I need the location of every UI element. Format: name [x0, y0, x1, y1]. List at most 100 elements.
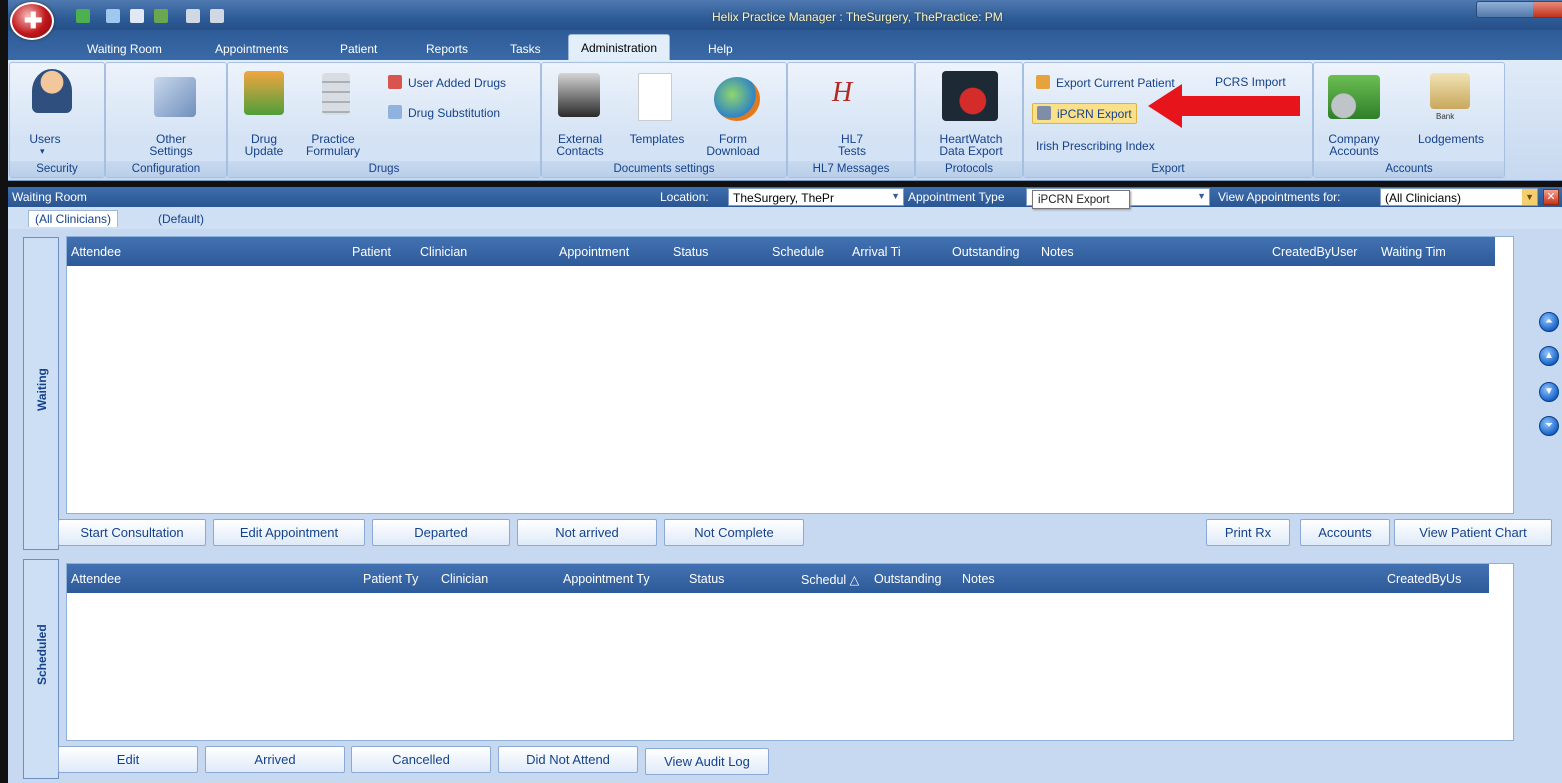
arrived-button[interactable]: Arrived	[205, 746, 345, 773]
column-header[interactable]: Clinician	[441, 572, 488, 586]
column-header[interactable]: Outstanding	[952, 245, 1019, 259]
cancelled-button[interactable]: Cancelled	[351, 746, 491, 773]
filter-tab-default[interactable]: (Default)	[152, 211, 210, 227]
drug-substitution-label: Drug Substitution	[408, 106, 501, 120]
group-accounts: Bank Company Accounts Lodgements Account…	[1313, 62, 1505, 178]
close-window-icon[interactable]	[1533, 2, 1562, 17]
tab-tasks[interactable]: Tasks	[510, 42, 541, 56]
column-header[interactable]: Appointment Ty	[563, 572, 650, 586]
scroll-down-icon[interactable]: ▼	[1539, 382, 1559, 402]
scheduled-grid-header: Attendee Patient Ty Clinician Appointmen…	[67, 564, 1489, 593]
waiting-room-header: Waiting Room Location: TheSurgery, ThePr…	[8, 187, 1562, 207]
drug-substitution-button[interactable]: Drug Substitution	[388, 105, 500, 120]
column-header[interactable]: Notes	[962, 572, 995, 586]
column-header[interactable]: Appointment	[559, 245, 629, 259]
window-title: Helix Practice Manager : TheSurgery, The…	[712, 10, 1003, 24]
column-header[interactable]: Arrival Ti	[852, 245, 901, 259]
location-select[interactable]: TheSurgery, ThePr ▼	[728, 188, 904, 206]
column-header[interactable]: Clinician	[420, 245, 467, 259]
scheduled-side-label: Scheduled	[35, 624, 49, 685]
view-appointments-select[interactable]: (All Clinicians) ▼	[1380, 188, 1538, 206]
not-arrived-button[interactable]: Not arrived	[517, 519, 657, 546]
users-button[interactable]: Users	[10, 133, 80, 145]
accounts-button[interactable]: Accounts	[1300, 519, 1390, 546]
tab-patient[interactable]: Patient	[340, 42, 377, 56]
print-rx-button[interactable]: Print Rx	[1206, 519, 1290, 546]
column-header[interactable]: Patient Ty	[363, 572, 418, 586]
group-label-drugs: Drugs	[228, 161, 540, 177]
filter-tab-all-clinicians[interactable]: (All Clinicians)	[28, 210, 119, 227]
group-label-configuration: Configuration	[106, 161, 226, 177]
heartwatch-line2[interactable]: Data Export	[926, 145, 1016, 157]
column-header[interactable]: CreatedByUs	[1387, 572, 1461, 586]
chevron-down-icon: ▼	[1197, 191, 1206, 201]
column-header[interactable]: Status	[689, 572, 724, 586]
drug-update-line2[interactable]: Update	[232, 145, 296, 157]
other-settings-line2[interactable]: Settings	[136, 145, 206, 157]
window-controls[interactable]	[1476, 1, 1562, 18]
scroll-up-icon[interactable]: ▲	[1539, 346, 1559, 366]
quick-access-mail-icon[interactable]	[130, 9, 144, 23]
drug-update-icon	[244, 71, 284, 115]
group-label-documents-settings: Documents settings	[542, 161, 786, 177]
irish-prescribing-index-button[interactable]: Irish Prescribing Index	[1036, 139, 1155, 153]
column-header[interactable]: Waiting Tim	[1381, 245, 1446, 259]
quick-access-add-icon[interactable]	[76, 9, 90, 23]
external-contacts-icon	[558, 73, 600, 117]
location-value: TheSurgery, ThePr	[733, 191, 834, 205]
quick-access-print-icon[interactable]	[186, 9, 200, 23]
waiting-grid[interactable]: Attendee Patient Clinician Appointment S…	[66, 236, 1514, 514]
user-added-drugs-button[interactable]: User Added Drugs	[388, 75, 506, 90]
location-label: Location:	[660, 190, 709, 204]
tab-help[interactable]: Help	[708, 42, 733, 56]
drug-substitution-icon	[388, 105, 402, 119]
quick-access-save-icon[interactable]	[210, 9, 224, 23]
lodgements-button[interactable]: Lodgements	[1408, 133, 1494, 145]
ipcrn-export-label: iPCRN Export	[1057, 107, 1132, 121]
tab-administration[interactable]: Administration	[568, 34, 671, 62]
column-header[interactable]: Patient	[352, 245, 391, 259]
company-accounts-icon	[1328, 75, 1380, 119]
form-download-line2[interactable]: Download	[698, 145, 768, 157]
waiting-grid-header: Attendee Patient Clinician Appointment S…	[67, 237, 1495, 266]
column-header[interactable]: Status	[673, 245, 708, 259]
tab-waiting-room[interactable]: Waiting Room	[87, 42, 162, 56]
view-patient-chart-button[interactable]: View Patient Chart	[1394, 519, 1552, 546]
external-contacts-line2[interactable]: Contacts	[544, 145, 616, 157]
company-accounts-line2[interactable]: Accounts	[1318, 145, 1390, 157]
tab-appointments[interactable]: Appointments	[215, 42, 288, 56]
title-bar: Helix Practice Manager : TheSurgery, The…	[8, 0, 1562, 32]
departed-button[interactable]: Departed	[372, 519, 510, 546]
export-patient-icon	[1036, 75, 1050, 89]
waiting-side-label: Waiting	[35, 368, 49, 411]
column-header[interactable]: Attendee	[71, 245, 121, 259]
quick-access-users-icon[interactable]	[154, 9, 168, 23]
edit-appointment-button[interactable]: Edit Appointment	[213, 519, 365, 546]
templates-button[interactable]: Templates	[622, 133, 692, 145]
column-header[interactable]: Attendee	[71, 572, 121, 586]
did-not-attend-button[interactable]: Did Not Attend	[498, 746, 638, 773]
practice-formulary-line2[interactable]: Formulary	[298, 145, 368, 157]
tab-reports[interactable]: Reports	[426, 42, 468, 56]
ipcrn-export-button[interactable]: iPCRN Export	[1032, 103, 1137, 124]
view-appointments-value: (All Clinicians)	[1385, 191, 1462, 205]
quick-access-phone-icon[interactable]	[106, 9, 120, 23]
scroll-top-icon[interactable]: ⏶	[1539, 312, 1559, 332]
column-header[interactable]: CreatedByUser	[1272, 245, 1357, 259]
scroll-bottom-icon[interactable]: ⏷	[1539, 416, 1559, 436]
start-consultation-button[interactable]: Start Consultation	[58, 519, 206, 546]
column-header[interactable]: Schedule	[772, 245, 824, 259]
group-label-protocols: Protocols	[916, 161, 1022, 177]
app-menu-button[interactable]: ✚	[10, 2, 54, 40]
scheduled-grid[interactable]: Attendee Patient Ty Clinician Appointmen…	[66, 563, 1514, 741]
not-complete-button[interactable]: Not Complete	[664, 519, 804, 546]
column-header[interactable]: Schedul △	[801, 572, 859, 587]
users-dropdown-icon[interactable]: ▾	[40, 145, 45, 157]
view-audit-log-button[interactable]: View Audit Log	[645, 748, 769, 775]
column-header[interactable]: Outstanding	[874, 572, 941, 586]
group-hl7-messages: H HL7 Tests HL7 Messages	[787, 62, 915, 178]
close-panel-icon[interactable]: ✕	[1543, 189, 1559, 205]
edit-button[interactable]: Edit	[58, 746, 198, 773]
hl7-tests-line2[interactable]: Tests	[812, 145, 892, 157]
column-header[interactable]: Notes	[1041, 245, 1074, 259]
